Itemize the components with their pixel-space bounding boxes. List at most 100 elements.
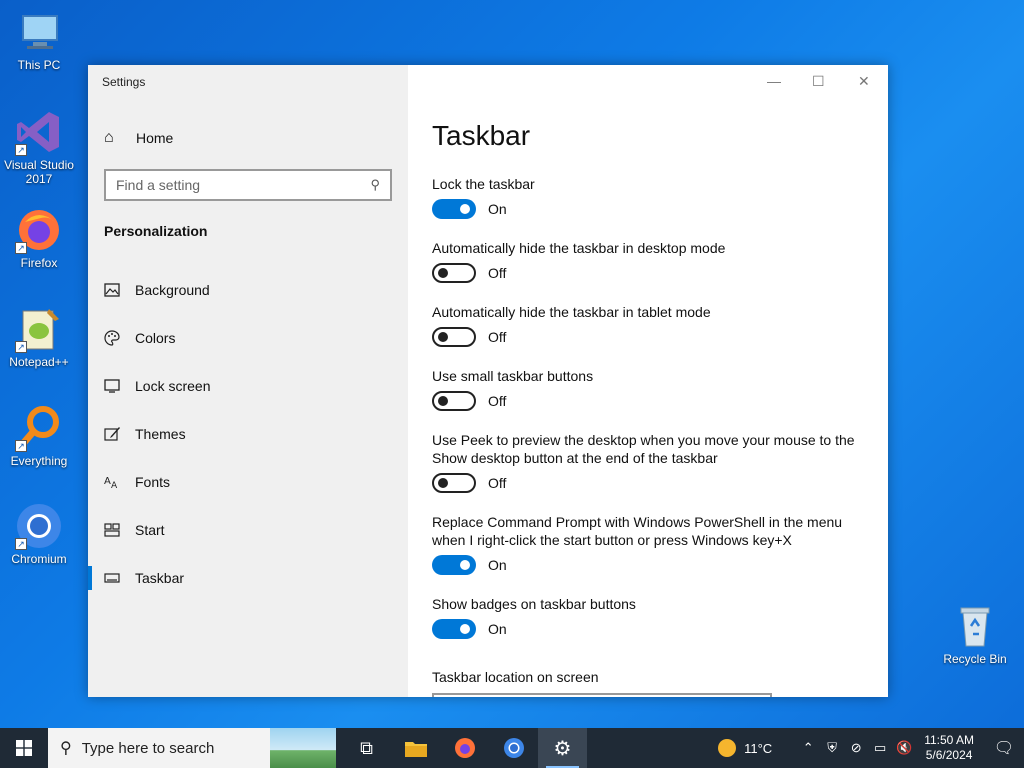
maximize-button[interactable]: ☐ [812,73,825,90]
recycle-bin-icon [951,602,999,650]
image-icon [104,283,120,297]
firefox-icon [454,738,475,758]
firefox-icon: ↗ [15,206,63,254]
task-view-button[interactable]: ⧉ [342,728,391,768]
taskbar-search-box[interactable]: ⚲ Type here to search [48,728,336,768]
desktop-icon-recycle-bin[interactable]: Recycle Bin [940,602,1010,666]
network-disconnected-icon[interactable]: ⊘ [844,740,868,756]
sidebar-item-lock-screen[interactable]: Lock screen [88,362,408,410]
sidebar-item-start[interactable]: Start [88,506,408,554]
shortcut-arrow-icon: ↗ [15,242,27,254]
small-buttons-toggle[interactable] [432,391,476,411]
start-button[interactable] [0,728,48,768]
autohide-desktop-toggle[interactable] [432,263,476,283]
sidebar-item-label: Themes [135,426,186,442]
sidebar-item-label: Taskbar [135,570,185,586]
desktop-icon-label: Recycle Bin [943,652,1007,666]
everything-search-icon: ↗ [15,404,63,452]
sidebar-item-label: Start [135,522,165,538]
desktop-icon-this-pc[interactable]: This PC [0,8,78,72]
security-shield-icon[interactable]: ⛨ [820,740,844,756]
sidebar-item-home[interactable]: ⌂ Home [104,129,173,147]
settings-sidebar: Settings ⌂ Home Find a setting ⚲ Persona… [88,65,408,697]
gear-icon: ⚙ [553,737,572,760]
font-icon: AA [104,476,118,490]
weather-widget[interactable]: 11°C [718,739,772,757]
taskbar-location-dropdown[interactable] [432,693,772,697]
taskbar-file-explorer[interactable] [391,728,440,768]
sidebar-item-label: Fonts [135,474,171,490]
search-placeholder: Find a setting [116,177,201,193]
clock-date: 5/6/2024 [925,748,973,762]
taskbar-location-label: Taskbar location on screen [432,669,599,685]
taskbar-search-placeholder: Type here to search [81,739,215,757]
palette-icon [104,330,120,346]
sidebar-item-fonts[interactable]: AA Fonts [88,458,408,506]
search-icon: ⚲ [60,740,72,757]
visual-studio-icon: ↗ [15,108,63,156]
toggle-state: On [488,201,507,217]
display-icon[interactable]: ▭ [868,740,892,756]
sidebar-item-taskbar[interactable]: Taskbar [88,554,408,602]
notepad-plus-plus-icon: ↗ [15,305,63,353]
taskbar-icon [104,573,120,583]
sidebar-item-label: Home [136,130,174,146]
chromium-icon [503,738,524,758]
taskbar-chromium[interactable] [489,728,538,768]
sidebar-item-background[interactable]: Background [88,266,408,314]
taskbar-firefox[interactable] [440,728,489,768]
option-badges: Show badges on taskbar buttons On [432,595,862,641]
minimize-button[interactable]: — [767,73,781,89]
system-tray: 11°C ⌃ ⛨ ⊘ ▭ 🔇 11:50 AM 5/6/2024 🗨 [718,728,1024,768]
option-label: Use Peek to preview the desktop when you… [432,432,855,466]
sidebar-item-themes[interactable]: Themes [88,410,408,458]
notification-center-button[interactable]: 🗨 [984,738,1024,758]
clock-time: 11:50 AM [924,733,974,747]
autohide-tablet-toggle[interactable] [432,327,476,347]
desktop-icon-notepadpp[interactable]: ↗ Notepad++ [0,305,78,369]
powershell-toggle[interactable] [432,555,476,575]
close-button[interactable]: ✕ [858,73,870,90]
computer-icon [15,8,63,56]
taskbar-apps: ⧉ ⚙ [342,728,587,768]
sidebar-item-colors[interactable]: Colors [88,314,408,362]
sidebar-item-label: Lock screen [135,378,211,394]
toggle-state: Off [488,393,507,409]
settings-content: — ☐ ✕ Taskbar Lock the taskbar On Automa… [408,65,888,697]
option-autohide-desktop: Automatically hide the taskbar in deskto… [432,239,862,285]
sidebar-nav: Background Colors Lock screen Themes AA … [88,266,408,602]
option-lock-taskbar: Lock the taskbar On [432,175,862,221]
option-peek: Use Peek to preview the desktop when you… [432,431,862,495]
sidebar-item-label: Colors [135,330,176,346]
chevron-up-icon[interactable]: ⌃ [796,740,820,756]
clock[interactable]: 11:50 AM 5/6/2024 [924,733,974,763]
brush-icon [104,427,120,441]
taskbar-settings[interactable]: ⚙ [538,728,587,768]
home-icon: ⌂ [104,129,114,146]
search-icon: ⚲ [370,177,380,192]
desktop-icon-firefox[interactable]: ↗ Firefox [0,206,78,270]
weather-temp: 11°C [744,740,773,756]
shortcut-arrow-icon: ↗ [15,341,27,353]
badges-toggle[interactable] [432,619,476,639]
desktop-icon-label: This PC [17,58,61,72]
sidebar-item-label: Background [135,282,210,298]
monitor-icon [104,379,120,393]
section-title: Personalization [104,223,208,239]
task-view-icon: ⧉ [360,737,373,758]
option-label: Lock the taskbar [432,176,535,192]
desktop-icon-everything[interactable]: ↗ Everything [0,404,78,468]
toggle-state: Off [488,475,507,491]
desktop-icon-label: Firefox [20,256,58,270]
weather-icon [718,739,737,757]
lock-taskbar-toggle[interactable] [432,199,476,219]
volume-muted-icon[interactable]: 🔇 [892,740,916,756]
shortcut-arrow-icon: ↗ [15,440,27,452]
option-autohide-tablet: Automatically hide the taskbar in tablet… [432,303,862,349]
peek-toggle[interactable] [432,473,476,493]
desktop-icon-visual-studio[interactable]: ↗ Visual Studio 2017 [0,108,78,186]
desktop-icon-chromium[interactable]: ↗ Chromium [0,502,78,566]
settings-search-input[interactable]: Find a setting ⚲ [104,169,392,201]
desktop-icon-label: Notepad++ [9,355,69,369]
desktop-icon-label: Everything [10,454,68,468]
